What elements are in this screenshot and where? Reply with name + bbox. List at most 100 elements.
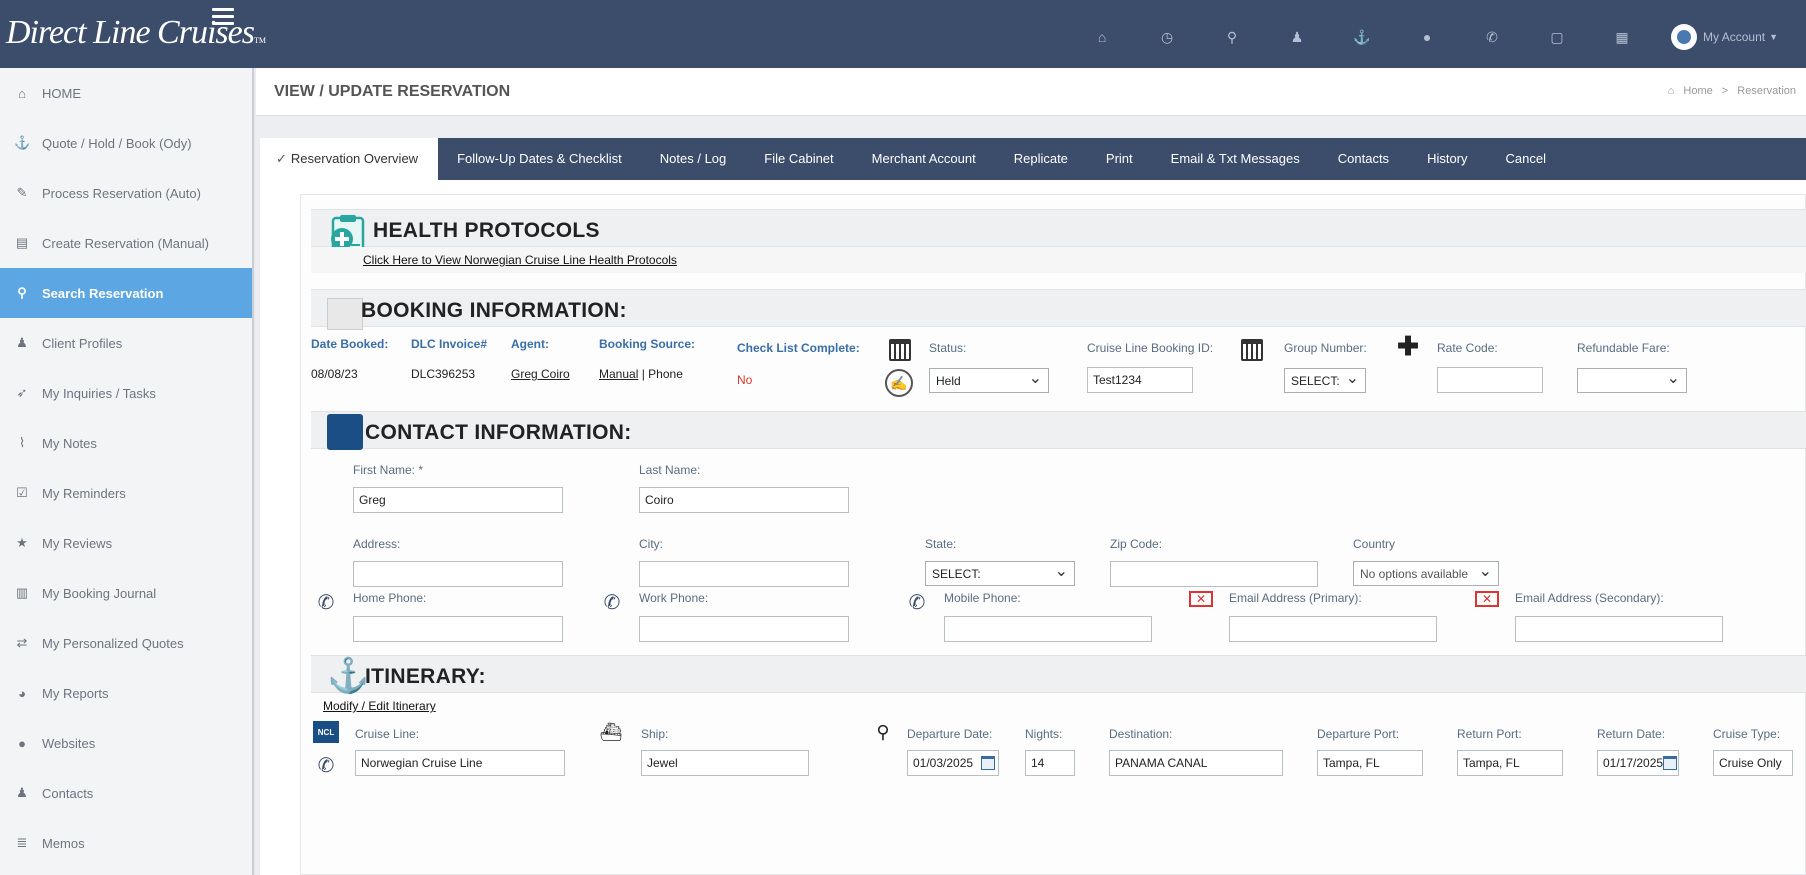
person-icon[interactable]: ♟ bbox=[1286, 26, 1308, 48]
sidebar-item-contacts[interactable]: ♟ Contacts bbox=[0, 768, 252, 818]
email-primary-input[interactable] bbox=[1229, 616, 1437, 642]
state-select[interactable]: SELECT: bbox=[925, 561, 1075, 586]
cruise-line-label: Cruise Line: bbox=[355, 727, 420, 741]
ship-input[interactable]: Jewel bbox=[641, 750, 809, 776]
tab-follow-up-dates[interactable]: Follow-Up Dates & Checklist bbox=[438, 138, 641, 180]
tab-email-txt[interactable]: Email & Txt Messages bbox=[1152, 138, 1319, 180]
date-booked-label: Date Booked: bbox=[311, 337, 389, 351]
clock-icon[interactable]: ◷ bbox=[1156, 26, 1178, 48]
sidebar-item-reminders[interactable]: ☑ My Reminders bbox=[0, 468, 252, 518]
home-phone-input[interactable] bbox=[353, 616, 563, 642]
globe-icon[interactable]: ● bbox=[1416, 26, 1438, 48]
tab-reservation-overview[interactable]: ✓ Reservation Overview bbox=[260, 138, 439, 180]
country-select[interactable]: No options available bbox=[1353, 561, 1499, 586]
nights-input[interactable]: 14 bbox=[1025, 750, 1075, 776]
tab-print[interactable]: Print bbox=[1087, 138, 1152, 180]
sidebar-item-search-reservation[interactable]: ⚲ Search Reservation bbox=[0, 268, 252, 318]
person-icon: ♟ bbox=[16, 335, 28, 350]
booking-card-icon bbox=[327, 298, 363, 330]
sidebar-item-personalized-quotes[interactable]: ⇄ My Personalized Quotes bbox=[0, 618, 252, 668]
last-name-input[interactable]: Coiro bbox=[639, 487, 849, 513]
globe-icon: ● bbox=[18, 735, 26, 751]
location-pin-icon: ⚲ bbox=[876, 721, 890, 742]
calendar-icon[interactable] bbox=[981, 756, 995, 770]
tab-content: HEALTH PROTOCOLS Click Here to View Norw… bbox=[260, 180, 1806, 875]
refundable-fare-select[interactable] bbox=[1577, 368, 1687, 393]
sidebar-item-home[interactable]: ⌂ HOME bbox=[0, 68, 252, 118]
sidebar-item-reports[interactable]: ◕ My Reports bbox=[0, 668, 252, 718]
sidebar-item-inquiries-tasks[interactable]: ➶ My Inquiries / Tasks bbox=[0, 368, 252, 418]
address-input[interactable] bbox=[353, 561, 563, 587]
sidebar-item-label: My Reviews bbox=[42, 535, 113, 551]
phone-icon[interactable]: ✆ bbox=[1481, 26, 1503, 48]
sidebar-item-quote-hold-book[interactable]: ⚓ Quote / Hold / Book (Ody) bbox=[0, 118, 252, 168]
tab-file-cabinet[interactable]: File Cabinet bbox=[745, 138, 852, 180]
calendar-icon[interactable]: ▦ bbox=[1611, 26, 1633, 48]
sidebar-item-label: Memos bbox=[42, 835, 85, 851]
sidebar-item-process-reservation[interactable]: ✎ Process Reservation (Auto) bbox=[0, 168, 252, 218]
cruise-type-input[interactable]: Cruise Only bbox=[1713, 750, 1793, 776]
breadcrumb-separator: > bbox=[1721, 85, 1729, 97]
nights-label: Nights: bbox=[1025, 727, 1063, 741]
status-select[interactable]: Held bbox=[929, 368, 1049, 393]
checklist-label: Check List Complete: bbox=[737, 341, 860, 355]
agent-link[interactable]: Greg Coiro bbox=[511, 367, 570, 381]
calendar-icon[interactable] bbox=[1663, 756, 1677, 770]
main-area: VIEW / UPDATE RESERVATION ⌂ Home > Reser… bbox=[256, 68, 1806, 875]
cruise-booking-id-input[interactable]: Test1234 bbox=[1087, 367, 1193, 393]
booking-id-calendar-icon[interactable] bbox=[1241, 339, 1263, 361]
email-secondary-label: Email Address (Secondary): bbox=[1515, 591, 1664, 605]
last-name-label: Last Name: bbox=[639, 463, 701, 477]
tab-contacts[interactable]: Contacts bbox=[1319, 138, 1408, 180]
menu-toggle-icon[interactable] bbox=[212, 8, 234, 26]
sidebar-item-client-profiles[interactable]: ♟ Client Profiles bbox=[0, 318, 252, 368]
zip-code-input[interactable] bbox=[1110, 561, 1318, 587]
tab-cancel[interactable]: Cancel bbox=[1487, 138, 1565, 180]
dashboard-icon: ◕ bbox=[18, 685, 26, 701]
work-phone-input[interactable] bbox=[639, 616, 849, 642]
booking-source-link[interactable]: Manual bbox=[599, 367, 638, 381]
home-icon[interactable]: ⌂ bbox=[1091, 26, 1113, 48]
group-number-select[interactable]: SELECT: bbox=[1284, 368, 1366, 393]
tab-history[interactable]: History bbox=[1408, 138, 1486, 180]
email-icon: ✕ bbox=[1475, 591, 1499, 607]
rate-code-input[interactable] bbox=[1437, 367, 1543, 393]
sidebar-item-label: My Inquiries / Tasks bbox=[42, 385, 156, 401]
logo[interactable]: Direct Line CruisesTM bbox=[6, 4, 266, 62]
email-secondary-input[interactable] bbox=[1515, 616, 1723, 642]
tab-merchant-account[interactable]: Merchant Account bbox=[853, 138, 995, 180]
destination-input[interactable]: PANAMA CANAL bbox=[1109, 750, 1283, 776]
add-icon[interactable]: ✚ bbox=[1397, 331, 1419, 361]
tab-replicate[interactable]: Replicate bbox=[995, 138, 1087, 180]
cruise-line-input[interactable]: Norwegian Cruise Line bbox=[355, 750, 565, 776]
mobile-phone-input[interactable] bbox=[944, 616, 1152, 642]
search-icon[interactable]: ⚲ bbox=[1221, 26, 1243, 48]
sidebar-item-reviews[interactable]: ★ My Reviews bbox=[0, 518, 252, 568]
ship-icon: ⛴ bbox=[599, 721, 623, 742]
city-input[interactable] bbox=[639, 561, 849, 587]
email-icon: ✕ bbox=[1189, 591, 1213, 607]
sidebar-item-memos[interactable]: ≣ Memos bbox=[0, 818, 252, 868]
anchor-icon[interactable]: ⚓ bbox=[1351, 26, 1373, 48]
agent-label: Agent: bbox=[511, 337, 549, 351]
booking-source-separator: | bbox=[641, 367, 645, 381]
return-port-input[interactable]: Tampa, FL bbox=[1457, 750, 1563, 776]
sidebar-item-booking-journal[interactable]: ▥ My Booking Journal bbox=[0, 568, 252, 618]
breadcrumb-home[interactable]: Home bbox=[1683, 85, 1712, 97]
departure-port-input[interactable]: Tampa, FL bbox=[1317, 750, 1423, 776]
booking-information-header: BOOKING INFORMATION: bbox=[311, 289, 1806, 330]
first-name-input[interactable]: Greg bbox=[353, 487, 563, 513]
sidebar-item-create-reservation[interactable]: ▤ Create Reservation (Manual) bbox=[0, 218, 252, 268]
account-menu[interactable]: My Account ▼ bbox=[1671, 24, 1778, 50]
sidebar-item-websites[interactable]: ● Websites bbox=[0, 718, 252, 768]
sidebar-item-notes[interactable]: ⌇ My Notes bbox=[0, 418, 252, 468]
person-icon: ♟ bbox=[16, 785, 28, 800]
checklist-calendar-icon[interactable] bbox=[889, 339, 911, 361]
search-icon: ⚲ bbox=[17, 285, 27, 300]
tab-notes-log[interactable]: Notes / Log bbox=[641, 138, 746, 180]
health-protocols-link[interactable]: Click Here to View Norwegian Cruise Line… bbox=[363, 253, 677, 267]
home-icon: ⌂ bbox=[18, 85, 26, 101]
modify-itinerary-link[interactable]: Modify / Edit Itinerary bbox=[323, 699, 436, 713]
chat-icon[interactable]: ▢ bbox=[1546, 26, 1568, 48]
sidebar-item-label: Process Reservation (Auto) bbox=[42, 185, 201, 201]
